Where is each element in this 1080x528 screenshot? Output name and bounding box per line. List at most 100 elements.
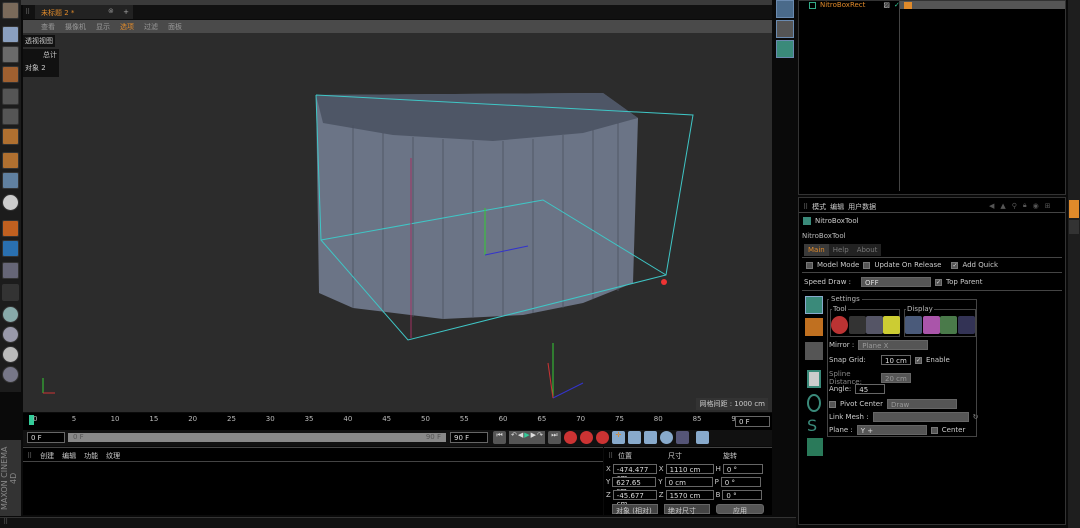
- menu-edit[interactable]: 编辑: [830, 202, 844, 212]
- rectangle-shape-icon[interactable]: [807, 370, 821, 388]
- coord-pos[interactable]: -474.477 cm: [612, 464, 657, 482]
- go-end-button[interactable]: ⏭: [547, 431, 561, 444]
- menu-edit[interactable]: 编辑: [62, 451, 76, 461]
- auto-key-button[interactable]: [579, 431, 593, 444]
- nitro-grid-icon[interactable]: [776, 20, 794, 38]
- attribute-tab[interactable]: [1069, 200, 1079, 218]
- rotation-key-button[interactable]: [643, 431, 657, 444]
- nitro-box-tool-icon[interactable]: [776, 40, 794, 58]
- menu-view[interactable]: 查看: [41, 22, 55, 31]
- lock-icon[interactable]: 🔒︎: [1023, 201, 1027, 210]
- next-frame-button[interactable]: ▶: [531, 431, 536, 444]
- workplane-icon[interactable]: [2, 66, 19, 83]
- tweak-icon[interactable]: [2, 172, 19, 189]
- draw-box-icon[interactable]: [805, 296, 823, 314]
- tab-main[interactable]: Main: [804, 244, 829, 256]
- add-icon[interactable]: ⊞: [1045, 202, 1051, 210]
- plane-dropdown[interactable]: Y +: [856, 425, 927, 435]
- apply-button[interactable]: 应用: [716, 504, 764, 515]
- pivot-center-checkbox[interactable]: [829, 400, 836, 408]
- center-checkbox[interactable]: [930, 426, 938, 434]
- model-mode-checkbox[interactable]: [806, 261, 813, 269]
- grid-icon[interactable]: [2, 262, 19, 279]
- vertex-display-icon[interactable]: [958, 316, 975, 334]
- sculpt-icon[interactable]: [2, 240, 19, 257]
- record-button[interactable]: [563, 431, 577, 444]
- enabled-check-icon[interactable]: ✓: [894, 1, 900, 9]
- coord-size[interactable]: 1570 cm: [665, 490, 714, 500]
- object-row[interactable]: NitroBoxRect ▨ ✓: [809, 1, 912, 9]
- coord-pos[interactable]: -45.677 cm: [612, 490, 657, 508]
- enable-checkbox[interactable]: ✓: [915, 356, 922, 364]
- sphere-icon[interactable]: [2, 306, 19, 323]
- coord-pos[interactable]: 627.65 cm: [612, 477, 657, 495]
- speed-draw-dropdown[interactable]: OFF: [861, 277, 932, 287]
- coord-rot[interactable]: 0 °: [720, 477, 761, 487]
- bars-tool-icon[interactable]: [883, 316, 900, 334]
- polygons-mode-icon[interactable]: [2, 128, 19, 145]
- snap-icon[interactable]: [2, 194, 19, 211]
- coordinate-mode-dropdown[interactable]: 对象 (相对): [612, 504, 658, 515]
- range-slider[interactable]: 0 F 90 F: [68, 433, 446, 442]
- angle-input[interactable]: 45: [855, 384, 886, 394]
- size-mode-dropdown[interactable]: 绝对尺寸: [664, 504, 710, 515]
- menu-create[interactable]: 创建: [40, 451, 54, 461]
- lock-icon[interactable]: [2, 284, 19, 301]
- new-tab-button[interactable]: +: [119, 5, 133, 19]
- snap-grid-input[interactable]: 10 cm: [881, 355, 911, 365]
- coord-size[interactable]: 0 cm: [664, 477, 713, 487]
- menu-camera[interactable]: 摄像机: [65, 22, 86, 31]
- pivot-center-dropdown[interactable]: Draw: [886, 399, 957, 409]
- coord-size[interactable]: 1110 cm: [665, 464, 714, 474]
- keyframe-selection-button[interactable]: [595, 431, 609, 444]
- close-tab-icon[interactable]: ⊗: [108, 7, 114, 15]
- top-parent-checkbox[interactable]: ✓: [935, 278, 943, 286]
- timeline-window-button[interactable]: [695, 431, 709, 444]
- menu-texture[interactable]: 纹理: [106, 451, 120, 461]
- mesh-display-icon[interactable]: [940, 316, 957, 334]
- link-pick-icon[interactable]: ↻: [973, 413, 979, 421]
- timeline-ruler[interactable]: 051015202530354045505560657075808590 0 F: [23, 413, 772, 430]
- back-arrow-icon[interactable]: ◀: [989, 202, 994, 210]
- visibility-icon[interactable]: ▨: [883, 1, 890, 9]
- link-mesh-field[interactable]: [872, 412, 969, 422]
- point-level-button[interactable]: [675, 431, 689, 444]
- go-start-button[interactable]: ⏮: [493, 431, 506, 444]
- next-key-button[interactable]: ↷: [537, 431, 543, 444]
- gear-icon[interactable]: ◉: [1033, 202, 1039, 210]
- flower-display-icon[interactable]: [923, 316, 940, 334]
- menu-display[interactable]: 显示: [96, 22, 110, 31]
- polygon-shape-icon[interactable]: [807, 438, 823, 456]
- add-quick-checkbox[interactable]: ✓: [951, 261, 959, 269]
- tab-about[interactable]: About: [852, 244, 882, 256]
- start-frame-field[interactable]: 0 F: [27, 432, 65, 443]
- edges-mode-icon[interactable]: [2, 108, 19, 125]
- viewport[interactable]: 透视视图 总计 对象 2 网格间距 : 1000 cm: [23, 33, 772, 412]
- axis-icon[interactable]: [2, 152, 19, 169]
- light-sphere-icon[interactable]: [2, 346, 19, 363]
- menu-userdata[interactable]: 用户数据: [848, 202, 876, 212]
- texture-mode-icon[interactable]: [2, 46, 19, 63]
- mirror-dropdown[interactable]: Plane X: [858, 340, 929, 350]
- tag-icon[interactable]: [903, 1, 912, 9]
- draw-tool-icon[interactable]: [831, 316, 848, 334]
- up-arrow-icon[interactable]: ▲: [1000, 202, 1005, 210]
- search-icon[interactable]: ⚲: [1012, 202, 1017, 210]
- shading-sphere-icon[interactable]: [2, 366, 19, 383]
- spline-shape-icon[interactable]: S: [807, 416, 817, 435]
- scale-key-button[interactable]: [627, 431, 641, 444]
- menu-mode[interactable]: 模式: [812, 202, 826, 212]
- coord-rot[interactable]: 0 °: [722, 464, 763, 474]
- document-tab[interactable]: 未标题 2 * ⊗: [35, 5, 130, 19]
- tab-help[interactable]: Help: [828, 244, 853, 256]
- material-sphere-icon[interactable]: [2, 326, 19, 343]
- undo-icon[interactable]: [2, 2, 19, 19]
- model-mode-icon[interactable]: [2, 26, 19, 43]
- points-mode-icon[interactable]: [2, 88, 19, 105]
- menu-filter[interactable]: 过滤: [144, 22, 158, 31]
- shield-tool-icon[interactable]: [866, 316, 883, 334]
- current-frame-field[interactable]: 0 F: [735, 416, 770, 427]
- spline-distance-input[interactable]: 20 cm: [881, 373, 911, 383]
- menu-function[interactable]: 功能: [84, 451, 98, 461]
- prev-frame-button[interactable]: ◀: [518, 431, 523, 444]
